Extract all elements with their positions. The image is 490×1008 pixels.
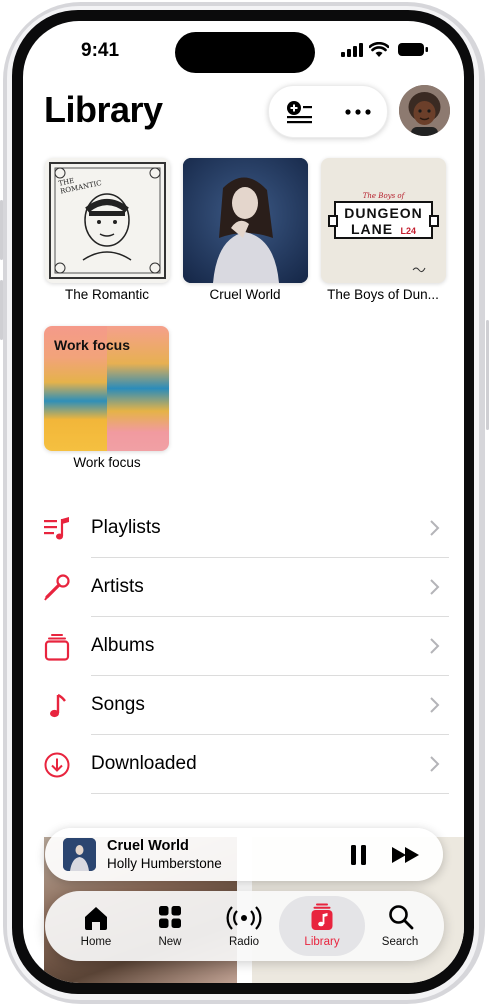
menu-item-songs[interactable]: Songs	[23, 676, 464, 735]
search-icon	[389, 905, 414, 930]
music-note-icon	[50, 693, 66, 718]
album-art-line2: LANE	[350, 221, 394, 237]
album-title[interactable]: The Romantic	[37, 287, 177, 302]
tab-label: Search	[381, 936, 419, 948]
wifi-icon	[369, 42, 389, 57]
chevron-right-icon	[430, 638, 440, 654]
tab-label: New	[158, 936, 182, 948]
fast-forward-icon	[392, 847, 419, 863]
microphone-icon	[44, 574, 70, 601]
volume-up-button	[0, 200, 3, 260]
album-art-small-text: The Boys of	[362, 192, 405, 200]
chevron-right-icon	[430, 697, 440, 713]
menu-item-albums[interactable]: Albums	[23, 617, 464, 676]
pause-button[interactable]	[341, 841, 375, 869]
tab-library[interactable]: Library	[279, 891, 365, 961]
tab-radio[interactable]: Radio	[207, 891, 281, 961]
power-button	[486, 320, 489, 430]
chevron-right-icon	[430, 579, 440, 595]
battery-icon	[398, 43, 428, 56]
tab-label: Radio	[228, 936, 260, 948]
album-art-line2-group: LANE L24	[321, 221, 446, 239]
album-art-line1: DUNGEON	[344, 205, 423, 221]
album-stack-icon	[44, 634, 70, 661]
tab-label: Home	[80, 936, 112, 948]
radio-broadcast-icon	[226, 906, 262, 930]
playlist-work-focus[interactable]: Work focus	[44, 326, 169, 451]
album-art-cruel-world	[183, 158, 308, 283]
menu-item-playlists[interactable]: Playlists	[23, 499, 464, 558]
menu-item-artists[interactable]: Artists	[23, 558, 464, 617]
page-title: Library	[44, 89, 163, 130]
now-playing-title: Cruel World	[107, 838, 189, 854]
menu-item-label: Downloaded	[91, 753, 197, 774]
volume-down-button	[0, 280, 3, 340]
album-title[interactable]: The Boys of Dun...	[313, 287, 453, 302]
tab-search[interactable]: Search	[363, 891, 437, 961]
status-time: 9:41	[81, 40, 120, 61]
header-actions	[268, 85, 388, 138]
divider	[91, 793, 449, 794]
album-title[interactable]: Cruel World	[175, 287, 315, 302]
tab-label: Library	[304, 936, 340, 948]
menu-item-label: Albums	[91, 635, 155, 656]
add-to-library-button[interactable]	[269, 86, 328, 137]
album-the-boys-of-dungeon-lane[interactable]: The Boys of DUNGEON LANE L24	[321, 158, 446, 283]
mini-player[interactable]: Cruel World Holly Humberstone	[45, 828, 443, 881]
album-cruel-world[interactable]	[183, 158, 308, 283]
playlist-icon	[44, 517, 69, 540]
playlist-title[interactable]: Work focus	[37, 455, 177, 470]
add-list-icon	[286, 100, 312, 123]
tab-bar: Home New Radio Library Search	[45, 891, 444, 961]
album-art-badge: L24	[400, 226, 417, 236]
home-icon	[85, 907, 107, 930]
profile-avatar[interactable]	[399, 85, 450, 136]
grid-icon	[159, 906, 181, 928]
status-bar: 9:41	[23, 21, 464, 81]
menu-item-label: Playlists	[91, 517, 161, 538]
album-art-the-romantic	[49, 162, 166, 279]
more-button[interactable]	[328, 86, 387, 137]
pause-icon	[351, 845, 366, 865]
menu-item-label: Artists	[91, 576, 144, 597]
album-the-romantic[interactable]: THE ROMANTIC	[45, 158, 170, 283]
chevron-right-icon	[430, 520, 440, 536]
cellular-signal-icon	[341, 43, 363, 57]
dynamic-island	[175, 32, 315, 73]
ellipsis-icon	[344, 108, 371, 115]
tab-home[interactable]: Home	[59, 891, 133, 961]
menu-item-downloaded[interactable]: Downloaded	[23, 735, 464, 794]
chevron-right-icon	[430, 756, 440, 772]
memoji-avatar-icon	[399, 85, 450, 136]
menu-item-label: Songs	[91, 694, 145, 715]
now-playing-artwork	[63, 838, 96, 871]
now-playing-art-cruel-world	[63, 838, 96, 871]
screen: 9:41 Library THE ROMANTIC The Romantic C…	[23, 21, 464, 983]
tab-new[interactable]: New	[133, 891, 207, 961]
download-circle-icon	[44, 752, 70, 778]
playlist-art-label: Work focus	[54, 337, 130, 353]
skip-forward-button[interactable]	[389, 841, 425, 869]
library-music-icon	[311, 903, 333, 930]
now-playing-artist: Holly Humberstone	[107, 856, 222, 871]
